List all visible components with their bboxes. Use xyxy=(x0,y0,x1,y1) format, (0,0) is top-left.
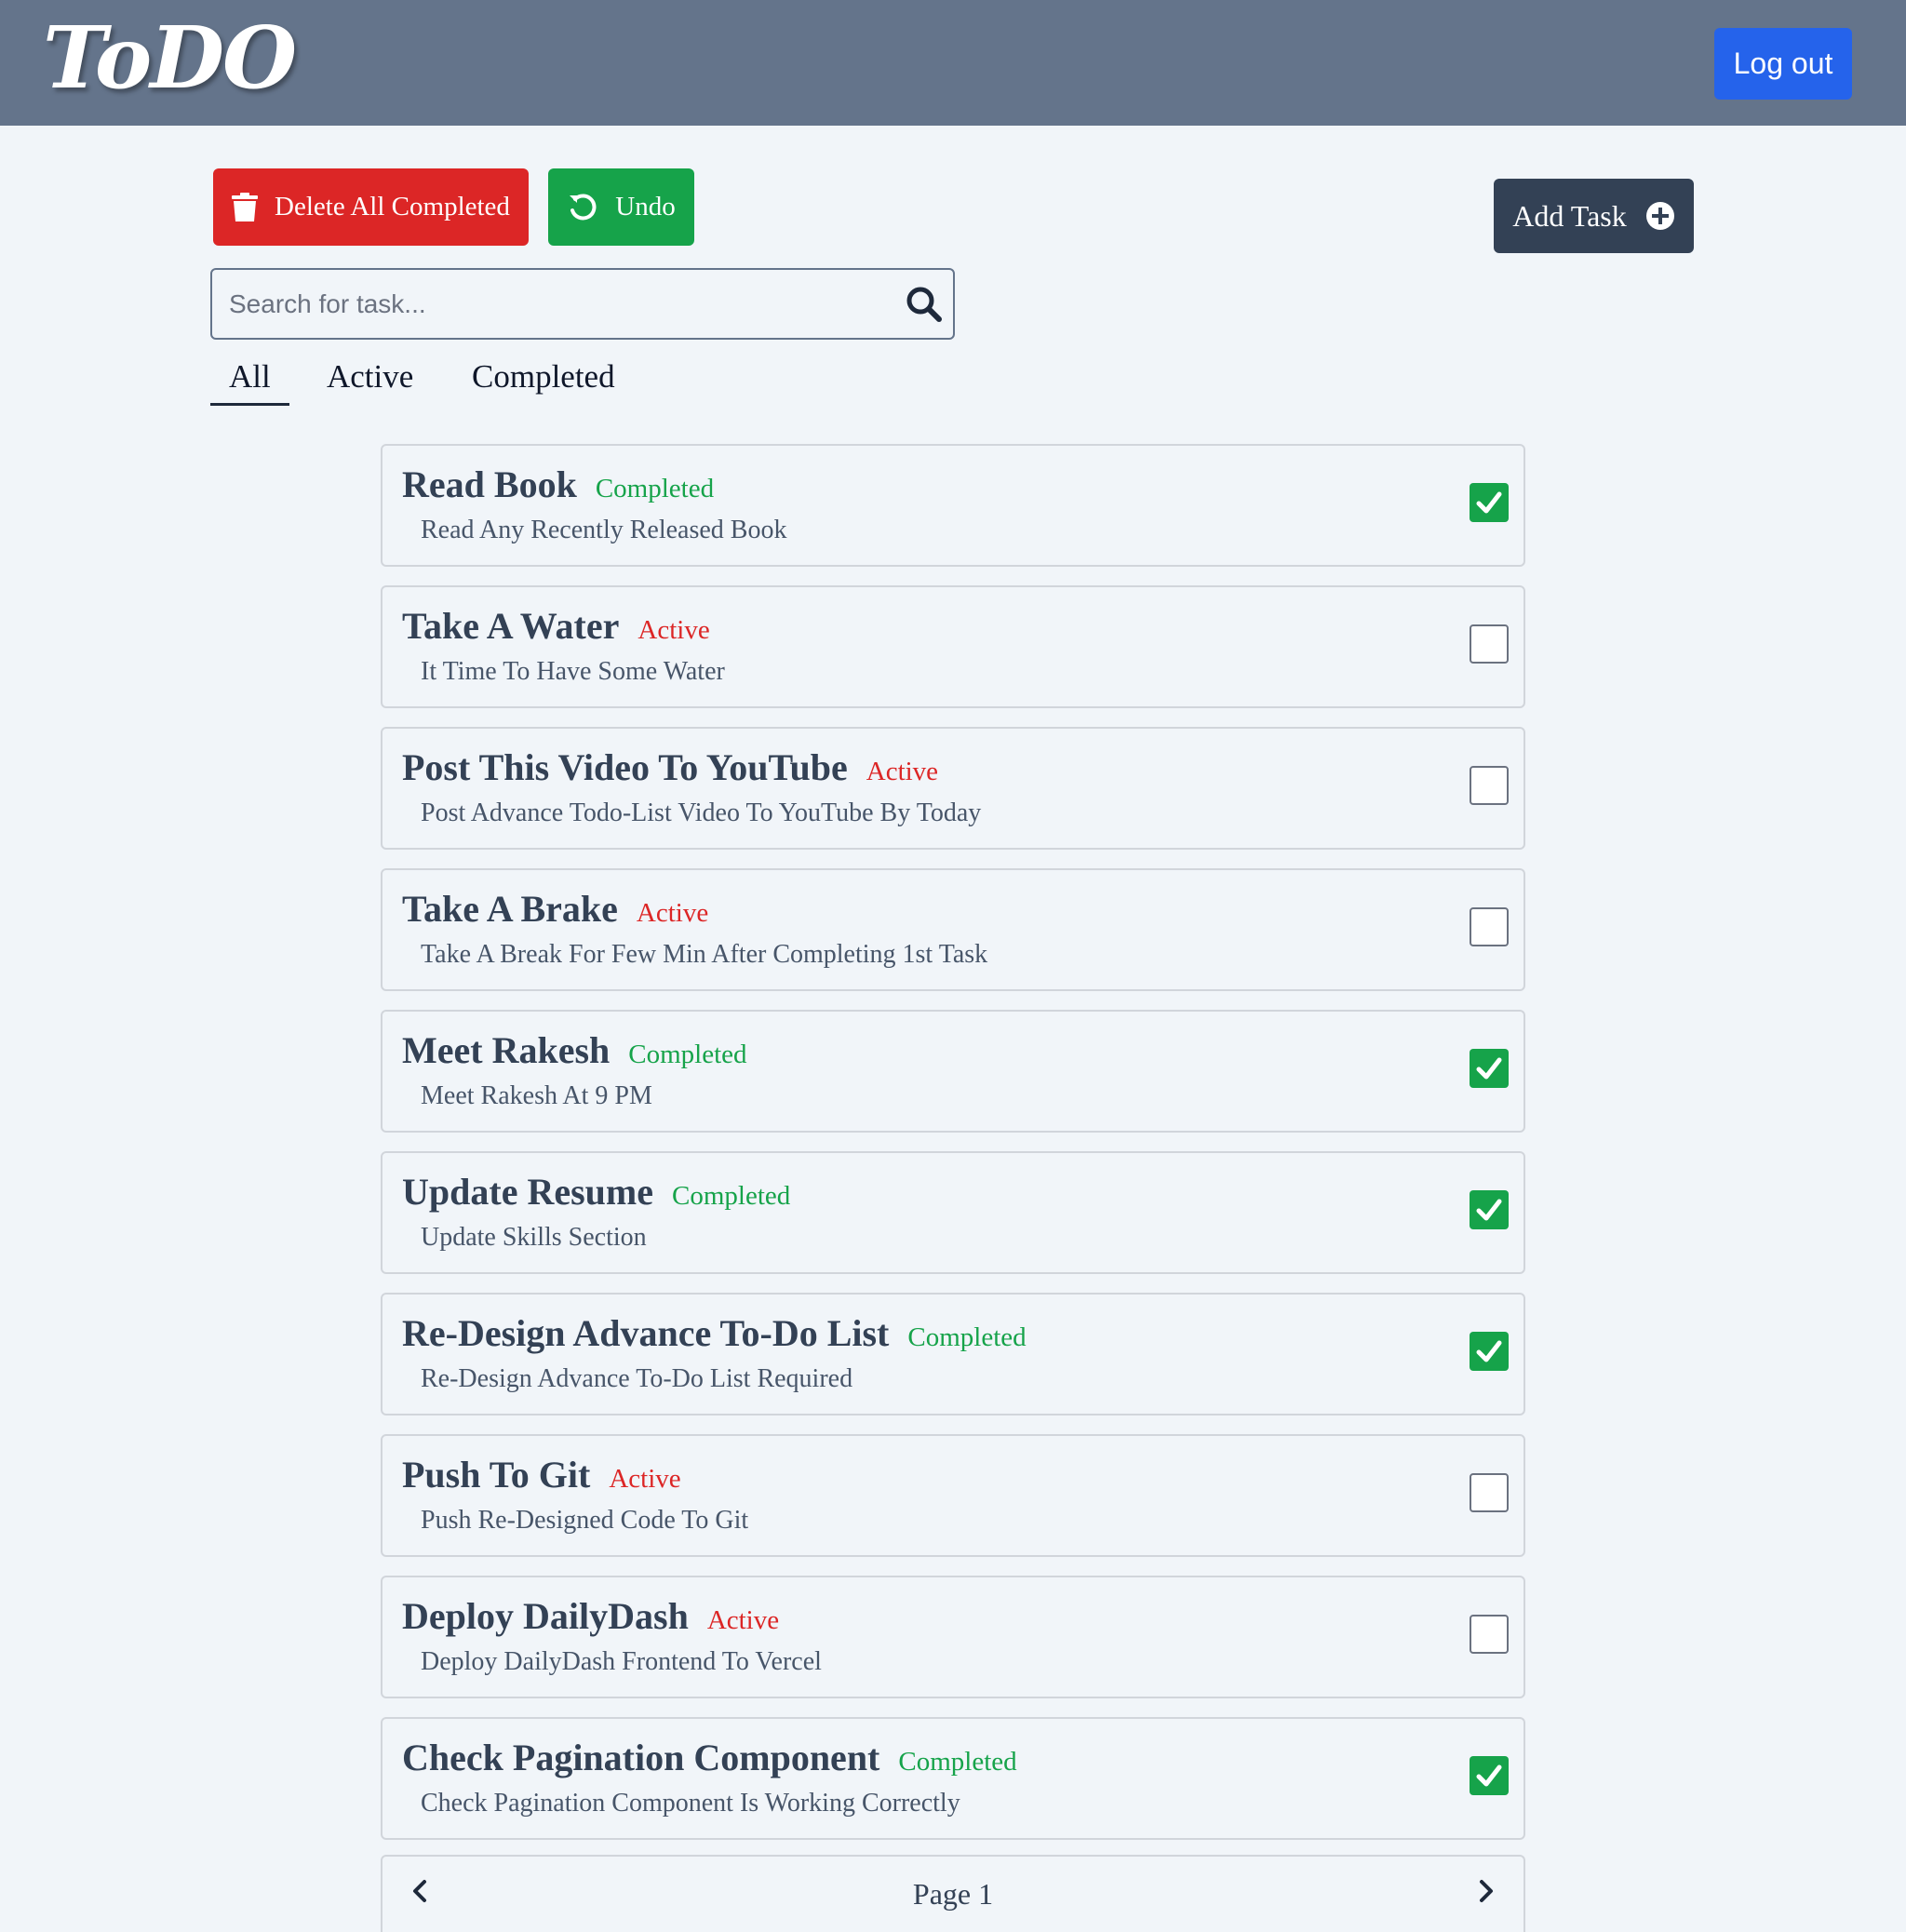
check-icon xyxy=(1476,1764,1502,1787)
undo-button[interactable]: Undo xyxy=(548,168,694,246)
task-item: Meet Rakesh Completed Meet Rakesh At 9 P… xyxy=(381,1010,1525,1133)
app-header: ToDO Log out xyxy=(0,0,1906,126)
task-title: Read Book xyxy=(402,463,577,505)
undo-icon xyxy=(567,192,598,223)
task-checkbox[interactable] xyxy=(1470,1756,1509,1795)
task-checkbox[interactable] xyxy=(1470,1332,1509,1371)
task-status-badge: Active xyxy=(706,1605,780,1635)
check-icon xyxy=(1476,1057,1502,1080)
search-icon[interactable] xyxy=(905,285,944,329)
task-item: Push To Git Active Push Re-Designed Code… xyxy=(381,1434,1525,1557)
undo-label: Undo xyxy=(615,192,676,221)
search-box xyxy=(210,268,955,340)
task-item: Take A Brake Active Take A Break For Few… xyxy=(381,868,1525,991)
check-icon xyxy=(1476,491,1502,514)
task-item: Take A Water Active It Time To Have Some… xyxy=(381,585,1525,708)
task-status-badge: Active xyxy=(636,898,709,928)
task-status-badge: Active xyxy=(866,757,939,786)
delete-all-completed-button[interactable]: Delete All Completed xyxy=(213,168,529,246)
task-status-badge: Completed xyxy=(907,1322,1027,1352)
task-item: Update Resume Completed Update Skills Se… xyxy=(381,1151,1525,1274)
search-input[interactable] xyxy=(229,283,880,326)
task-description: Re-Design Advance To-Do List Required xyxy=(421,1364,853,1393)
task-description: Take A Break For Few Min After Completin… xyxy=(421,940,988,969)
plus-circle-icon xyxy=(1645,201,1675,231)
task-description: Update Skills Section xyxy=(421,1223,647,1252)
tab-selected-indicator xyxy=(210,403,289,406)
trash-icon xyxy=(232,192,259,222)
add-task-label: Add Task xyxy=(1512,198,1627,233)
add-task-button[interactable]: Add Task xyxy=(1494,179,1694,253)
task-title: Check Pagination Component xyxy=(402,1737,880,1778)
task-item: Check Pagination Component Completed Che… xyxy=(381,1717,1525,1840)
task-description: Deploy DailyDash Frontend To Vercel xyxy=(421,1647,822,1676)
task-status-badge: Active xyxy=(638,615,710,645)
logout-button[interactable]: Log out xyxy=(1714,28,1852,100)
task-status-badge: Completed xyxy=(628,1040,747,1069)
task-checkbox[interactable] xyxy=(1470,907,1509,946)
task-item: Deploy DailyDash Active Deploy DailyDash… xyxy=(381,1576,1525,1698)
task-description: It Time To Have Some Water xyxy=(421,657,725,686)
task-title: Push To Git xyxy=(402,1454,591,1496)
task-description: Meet Rakesh At 9 PM xyxy=(421,1081,652,1110)
task-checkbox[interactable] xyxy=(1470,1190,1509,1229)
task-checkbox[interactable] xyxy=(1470,483,1509,522)
task-status-badge: Completed xyxy=(671,1181,791,1211)
page-indicator: Page 1 xyxy=(912,1877,994,1911)
delete-all-completed-label: Delete All Completed xyxy=(275,192,510,221)
task-title: Take A Brake xyxy=(402,888,618,930)
task-checkbox[interactable] xyxy=(1470,1615,1509,1654)
task-item: Re-Design Advance To-Do List Completed R… xyxy=(381,1293,1525,1415)
tab-all[interactable]: All xyxy=(229,358,271,396)
pagination: Page 1 xyxy=(381,1855,1525,1932)
task-description: Read Any Recently Released Book xyxy=(421,516,787,544)
task-title: Update Resume xyxy=(402,1171,653,1213)
task-checkbox[interactable] xyxy=(1470,624,1509,664)
task-item: Post This Video To YouTube Active Post A… xyxy=(381,727,1525,850)
task-item: Read Book Completed Read Any Recently Re… xyxy=(381,444,1525,567)
task-title: Re-Design Advance To-Do List xyxy=(402,1312,890,1354)
tab-completed[interactable]: Completed xyxy=(472,358,615,396)
check-icon xyxy=(1476,1340,1502,1362)
task-title: Meet Rakesh xyxy=(402,1029,611,1071)
task-status-badge: Completed xyxy=(898,1747,1017,1777)
task-description: Push Re-Designed Code To Git xyxy=(421,1506,749,1535)
tab-active[interactable]: Active xyxy=(327,358,413,396)
check-icon xyxy=(1476,1199,1502,1221)
task-title: Post This Video To YouTube xyxy=(402,746,848,788)
task-description: Check Pagination Component Is Working Co… xyxy=(421,1789,960,1818)
task-title: Take A Water xyxy=(402,605,620,647)
task-title: Deploy DailyDash xyxy=(402,1595,689,1637)
task-status-badge: Completed xyxy=(595,474,715,503)
task-list: Read Book Completed Read Any Recently Re… xyxy=(381,444,1525,1858)
task-checkbox[interactable] xyxy=(1470,766,1509,805)
task-checkbox[interactable] xyxy=(1470,1049,1509,1088)
task-checkbox[interactable] xyxy=(1470,1473,1509,1512)
task-description: Post Advance Todo-List Video To YouTube … xyxy=(421,798,982,827)
chevron-right-icon[interactable] xyxy=(1471,1877,1499,1905)
task-status-badge: Active xyxy=(609,1464,681,1494)
app-logo: ToDO xyxy=(43,7,297,108)
